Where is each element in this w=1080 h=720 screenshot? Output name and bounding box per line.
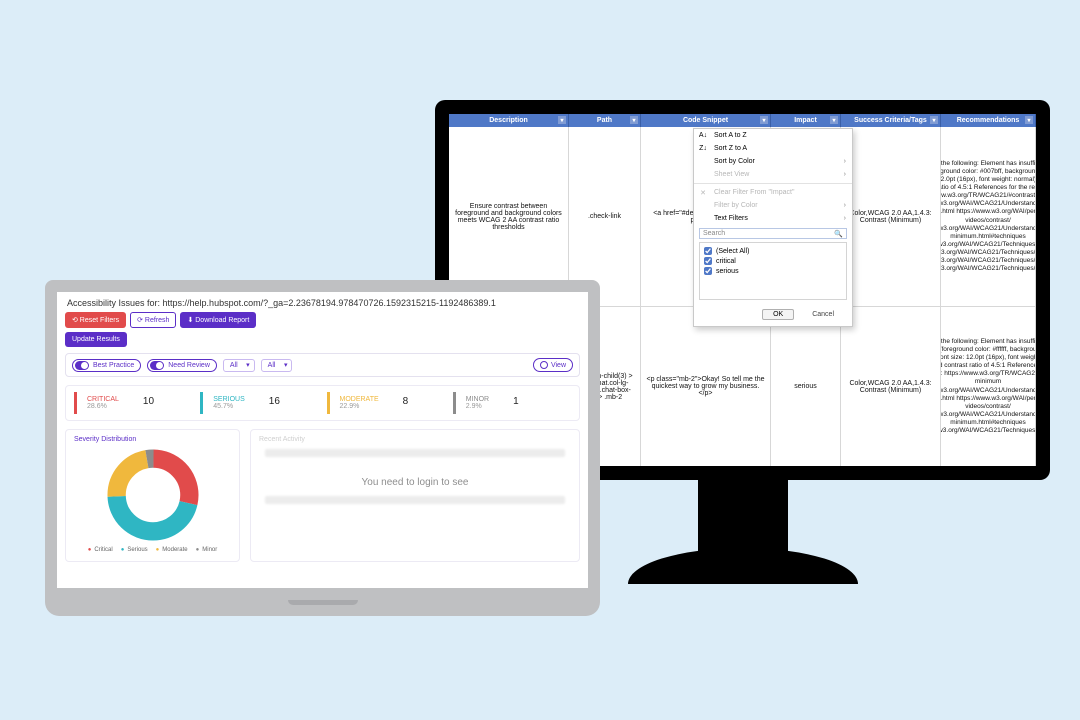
page-title: Accessibility Issues for: https://help.h…: [65, 296, 580, 312]
monitor-base: [628, 548, 858, 584]
menu-sort-za[interactable]: Z↓Sort Z to A: [694, 142, 852, 155]
stat-moderate[interactable]: MODERATE 22.9% 8: [327, 392, 445, 414]
stat-percent: 28.6%: [87, 403, 119, 410]
menu-sheet-view: Sheet View›: [694, 168, 852, 181]
reset-filters-button[interactable]: ⟲ Reset Filters: [65, 312, 126, 328]
col-header-impact[interactable]: Impact▾: [771, 114, 841, 127]
need-review-toggle[interactable]: Need Review: [147, 359, 217, 372]
update-results-button[interactable]: Update Results: [65, 332, 127, 347]
menu-sort-color[interactable]: Sort by Color›: [694, 155, 852, 168]
cell-impact[interactable]: serious: [771, 307, 841, 467]
toggle-switch-icon: [75, 361, 89, 370]
filter-check-critical[interactable]: critical: [704, 256, 842, 266]
filter-select-1[interactable]: All: [223, 359, 255, 372]
toggle-switch-icon: [150, 361, 164, 370]
panel-title: Recent Activity: [259, 436, 571, 443]
col-header-path[interactable]: Path▾: [569, 114, 641, 127]
spreadsheet-header-row: Description▾ Path▾ Code Snippet▾ Impact▾…: [449, 114, 1036, 127]
stat-critical[interactable]: CRITICAL 28.6% 10: [74, 392, 192, 414]
filter-arrow-icon[interactable]: ▾: [930, 116, 938, 124]
menu-filter-color: Filter by Color›: [694, 199, 852, 212]
legend-moderate: Moderate: [156, 547, 188, 553]
stat-label: MINOR: [466, 396, 489, 403]
best-practice-toggle[interactable]: Best Practice: [72, 359, 141, 372]
stat-count: 1: [513, 396, 519, 407]
laptop-device: Accessibility Issues for: https://help.h…: [45, 280, 600, 616]
menu-text-filters[interactable]: Text Filters›: [694, 212, 852, 225]
laptop-base: [45, 600, 600, 616]
filter-arrow-icon[interactable]: ▾: [558, 116, 566, 124]
cell-code[interactable]: <p class="mb-2">Okay! So tell me the qui…: [641, 307, 771, 467]
stat-count: 8: [403, 396, 409, 407]
col-header-criteria[interactable]: Success Criteria/Tags▾: [841, 114, 941, 127]
col-header-description[interactable]: Description▾: [449, 114, 569, 127]
stat-count: 16: [269, 396, 280, 407]
filter-arrow-icon[interactable]: ▾: [760, 116, 768, 124]
stat-percent: 22.9%: [340, 403, 379, 410]
stat-percent: 45.7%: [213, 403, 245, 410]
severity-distribution-panel: Severity Distribution Critical Serious M…: [65, 429, 240, 562]
filter-arrow-icon[interactable]: ▾: [1025, 116, 1033, 124]
login-required-message: You need to login to see: [259, 459, 571, 494]
search-icon: 🔍: [834, 230, 843, 238]
filter-bar: Best Practice Need Review All All View: [65, 353, 580, 377]
sort-az-icon: A↓: [698, 132, 708, 139]
stat-serious[interactable]: SERIOUS 45.7% 16: [200, 392, 318, 414]
download-report-button[interactable]: ⬇ Download Report: [180, 312, 256, 328]
cell-recommendations[interactable]: Fix any of the following: Element has in…: [941, 307, 1036, 467]
cell-criteria[interactable]: Color,WCAG 2.0 AA,1.4.3: Contrast (Minim…: [841, 127, 941, 307]
legend-serious: Serious: [121, 547, 148, 553]
severity-stats: CRITICAL 28.6% 10 SERIOUS 45.7% 16 MODER…: [65, 385, 580, 421]
chart-legend: Critical Serious Moderate Minor: [88, 547, 218, 553]
panel-title: Severity Distribution: [74, 436, 136, 443]
filter-check-select-all[interactable]: (Select All): [704, 246, 842, 256]
column-filter-dropdown: A↓Sort A to Z Z↓Sort Z to A Sort by Colo…: [693, 128, 853, 327]
menu-sort-az[interactable]: A↓Sort A to Z: [694, 129, 852, 142]
filter-search-input[interactable]: Search🔍: [699, 228, 847, 239]
refresh-button[interactable]: ⟳ Refresh: [130, 312, 176, 328]
stat-minor[interactable]: MINOR 2.9% 1: [453, 392, 571, 414]
clear-filter-icon: ✕: [698, 189, 708, 197]
chevron-right-icon: ›: [844, 215, 846, 222]
filter-ok-button[interactable]: OK: [762, 309, 794, 320]
filter-check-serious[interactable]: serious: [704, 266, 842, 276]
blurred-content: [265, 449, 565, 457]
chevron-right-icon: ›: [844, 158, 846, 165]
stat-percent: 2.9%: [466, 403, 489, 410]
view-toggle[interactable]: View: [533, 358, 573, 372]
chevron-right-icon: ›: [844, 202, 846, 209]
blurred-content: [265, 496, 565, 504]
menu-separator: [694, 183, 852, 184]
locked-panel: Recent Activity You need to login to see: [250, 429, 580, 562]
stat-count: 10: [143, 396, 154, 407]
cell-recommendations[interactable]: Fix any of the following: Element has in…: [941, 127, 1036, 307]
sort-za-icon: Z↓: [698, 145, 708, 152]
toolbar: ⟲ Reset Filters ⟳ Refresh ⬇ Download Rep…: [65, 312, 580, 328]
col-header-code[interactable]: Code Snippet▾: [641, 114, 771, 127]
laptop-screen: Accessibility Issues for: https://help.h…: [45, 280, 600, 600]
filter-select-2[interactable]: All: [261, 359, 293, 372]
legend-minor: Minor: [196, 547, 218, 553]
col-header-recommendations[interactable]: Recommendations▾: [941, 114, 1036, 127]
filter-arrow-icon[interactable]: ▾: [830, 116, 838, 124]
severity-donut-chart: [105, 447, 201, 543]
stat-label: CRITICAL: [87, 396, 119, 403]
stat-label: MODERATE: [340, 396, 379, 403]
filter-cancel-button[interactable]: Cancel: [802, 309, 844, 320]
filter-arrow-icon[interactable]: ▾: [630, 116, 638, 124]
legend-critical: Critical: [88, 547, 113, 553]
filter-value-list: (Select All) critical serious: [699, 242, 847, 300]
toggle-knob-icon: [540, 361, 548, 369]
stat-label: SERIOUS: [213, 396, 245, 403]
chevron-right-icon: ›: [844, 171, 846, 178]
menu-clear-filter: ✕Clear Filter From "Impact": [694, 186, 852, 199]
cell-criteria[interactable]: Color,WCAG 2.0 AA,1.4.3: Contrast (Minim…: [841, 307, 941, 467]
